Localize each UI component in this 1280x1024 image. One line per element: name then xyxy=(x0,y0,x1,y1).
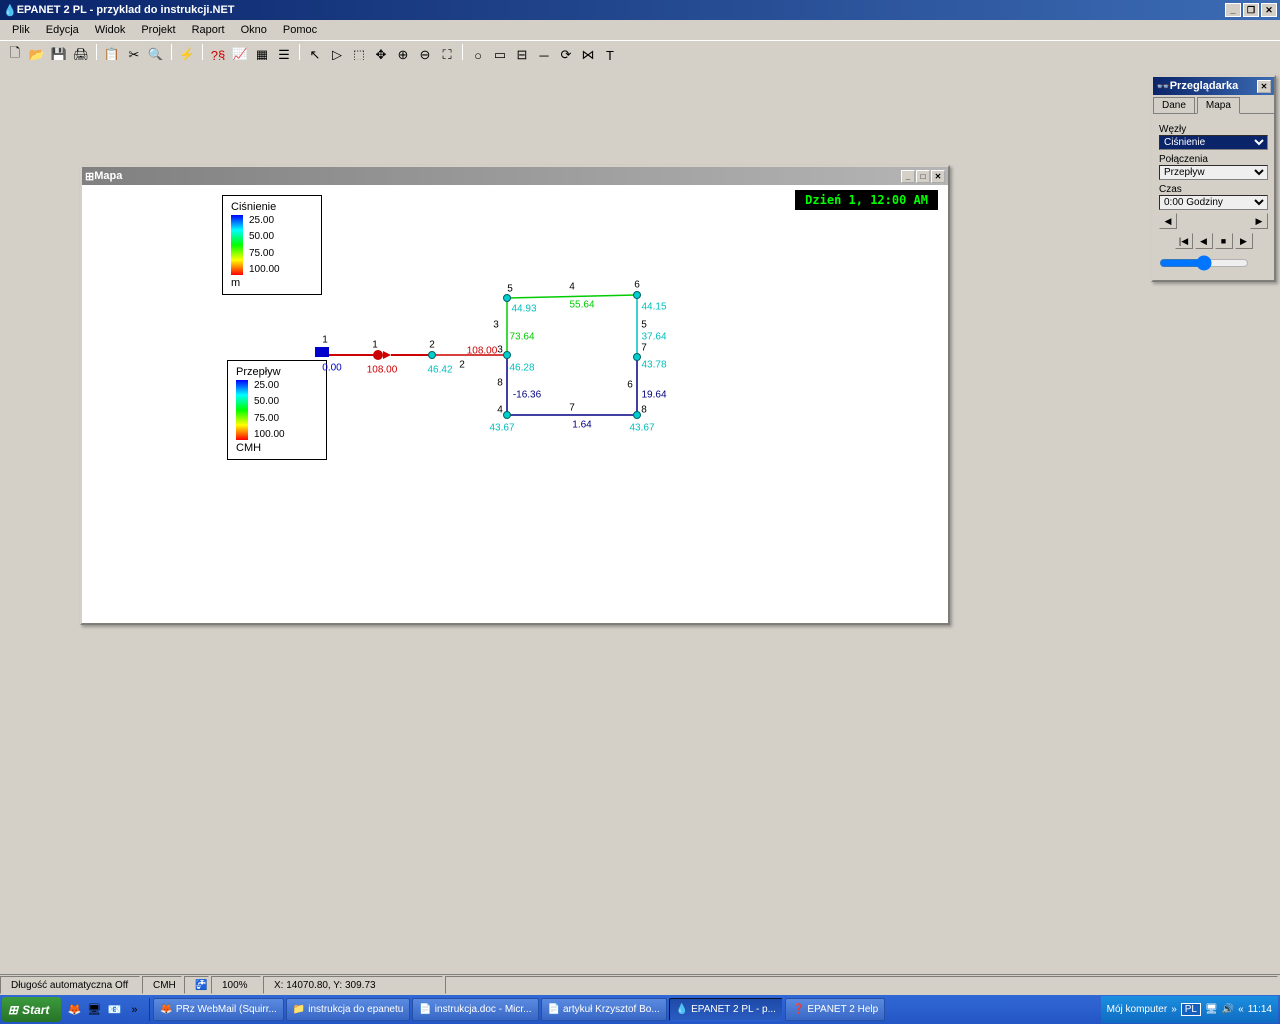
tray-lang[interactable]: PL xyxy=(1181,1003,1201,1016)
menubar: Plik Edycja Widok Projekt Raport Okno Po… xyxy=(0,20,1280,40)
task-webmail[interactable]: 🦊 PRz WebMail (Squirr... xyxy=(153,998,283,1021)
czas-select[interactable]: 0:00 Godziny xyxy=(1159,195,1268,210)
node-6[interactable] xyxy=(633,291,641,299)
menu-plik[interactable]: Plik xyxy=(4,22,38,38)
network-lines xyxy=(82,185,948,623)
app-icon: 💧 xyxy=(3,4,17,17)
task-word1[interactable]: 📄 instrukcja.doc - Micr... xyxy=(412,998,538,1021)
map-minimize-button[interactable]: _ xyxy=(901,170,915,183)
taskbar: ⊞ Start 🦊 🖥 📧 » 🦊 PRz WebMail (Squirr...… xyxy=(0,995,1280,1024)
statusbar: Długość automatyczna Off CMH 🚰 100% X: 1… xyxy=(0,974,1280,995)
browser-tabs: Dane Mapa xyxy=(1153,97,1274,114)
tray-icon2[interactable]: 🔊 xyxy=(1222,1004,1234,1015)
quicklaunch: 🦊 🖥 📧 » xyxy=(65,1001,143,1019)
browser-window: 👓 Przeglądarka ✕ Dane Mapa Węzły Ciśnien… xyxy=(1151,75,1276,282)
ql-more-icon[interactable]: » xyxy=(125,1001,143,1019)
tray-clock: 11:14 xyxy=(1248,1004,1272,1015)
menu-okno[interactable]: Okno xyxy=(233,22,275,38)
map-close-button[interactable]: ✕ xyxy=(931,170,945,183)
task-epanet[interactable]: 💧 EPANET 2 PL - p... xyxy=(669,998,783,1021)
menu-widok[interactable]: Widok xyxy=(87,22,134,38)
vcr-stop-button[interactable]: ■ xyxy=(1215,233,1233,249)
polaczenia-select[interactable]: Przepływ xyxy=(1159,165,1268,180)
vcr-play-button[interactable]: ▶ xyxy=(1235,233,1253,249)
node-8[interactable] xyxy=(633,411,641,419)
app-title: EPANET 2 PL - przyklad do instrukcji.NET xyxy=(17,4,235,16)
map-maximize-button[interactable]: □ xyxy=(916,170,930,183)
status-zoom: 100% xyxy=(211,976,261,994)
node-4[interactable] xyxy=(503,411,511,419)
tray-expand-icon[interactable]: « xyxy=(1238,1004,1244,1015)
node-7[interactable] xyxy=(633,353,641,361)
ql-app-icon[interactable]: 📧 xyxy=(105,1001,123,1019)
windows-icon: ⊞ xyxy=(8,1003,18,1017)
map-icon: ⊞ xyxy=(85,170,94,183)
menu-pomoc[interactable]: Pomoc xyxy=(275,22,325,38)
browser-icon: 👓 xyxy=(1156,80,1170,93)
menu-raport[interactable]: Raport xyxy=(184,22,233,38)
wezly-select[interactable]: Ciśnienie xyxy=(1159,135,1268,150)
polaczenia-label: Połączenia xyxy=(1159,154,1268,165)
status-autolength: Długość automatyczna Off xyxy=(0,976,140,994)
workspace: ⊞ Mapa _ □ ✕ Dzień 1, 12:00 AM Ciśnienie… xyxy=(0,60,1280,974)
browser-titlebar[interactable]: 👓 Przeglądarka ✕ xyxy=(1153,77,1274,95)
tray-computer[interactable]: Mój komputer xyxy=(1107,1004,1168,1015)
status-coords: X: 14070.80, Y: 309.73 xyxy=(263,976,443,994)
vcr-prev-button[interactable]: ◀ xyxy=(1195,233,1213,249)
map-window: ⊞ Mapa _ □ ✕ Dzień 1, 12:00 AM Ciśnienie… xyxy=(80,165,950,625)
task-help[interactable]: ❓ EPANET 2 Help xyxy=(785,998,885,1021)
tray-more-icon[interactable]: » xyxy=(1171,1004,1177,1015)
close-button[interactable]: ✕ xyxy=(1261,3,1277,17)
status-unit: CMH xyxy=(142,976,182,994)
tab-mapa[interactable]: Mapa xyxy=(1197,97,1240,114)
ql-firefox-icon[interactable]: 🦊 xyxy=(65,1001,83,1019)
czas-label: Czas xyxy=(1159,184,1268,195)
scroll-right-button[interactable]: ▶ xyxy=(1250,213,1268,229)
task-folder[interactable]: 📁 instrukcja do epanetu xyxy=(286,998,411,1021)
status-filler xyxy=(445,976,1278,994)
menu-edycja[interactable]: Edycja xyxy=(38,22,87,38)
task-word2[interactable]: 📄 artykuł Krzysztof Bo... xyxy=(541,998,667,1021)
browser-close-button[interactable]: ✕ xyxy=(1257,80,1271,93)
restore-button[interactable]: ❐ xyxy=(1243,3,1259,17)
start-button[interactable]: ⊞ Start xyxy=(2,997,61,1022)
map-canvas[interactable]: Dzień 1, 12:00 AM Ciśnienie 25.00 50.00 … xyxy=(82,185,948,623)
scroll-left-button[interactable]: ◀ xyxy=(1159,213,1177,229)
browser-title: Przeglądarka xyxy=(1170,80,1238,92)
app-titlebar: 💧 EPANET 2 PL - przyklad do instrukcji.N… xyxy=(0,0,1280,20)
ql-desktop-icon[interactable]: 🖥 xyxy=(85,1001,103,1019)
map-titlebar[interactable]: ⊞ Mapa _ □ ✕ xyxy=(82,167,948,185)
wezly-label: Węzły xyxy=(1159,124,1268,135)
status-run-icon: 🚰 xyxy=(184,976,209,994)
node-2[interactable] xyxy=(428,351,436,359)
tray-icon1[interactable]: 🖥 xyxy=(1205,1004,1218,1015)
minimize-button[interactable]: _ xyxy=(1225,3,1241,17)
system-tray: Mój komputer » PL 🖥 🔊 « 11:14 xyxy=(1101,996,1278,1023)
node-5[interactable] xyxy=(503,294,511,302)
speed-slider[interactable] xyxy=(1159,255,1249,271)
map-title: Mapa xyxy=(94,170,122,182)
node-3[interactable] xyxy=(503,351,511,359)
menu-projekt[interactable]: Projekt xyxy=(133,22,183,38)
vcr-first-button[interactable]: |◀ xyxy=(1175,233,1193,249)
tab-dane[interactable]: Dane xyxy=(1153,97,1195,113)
